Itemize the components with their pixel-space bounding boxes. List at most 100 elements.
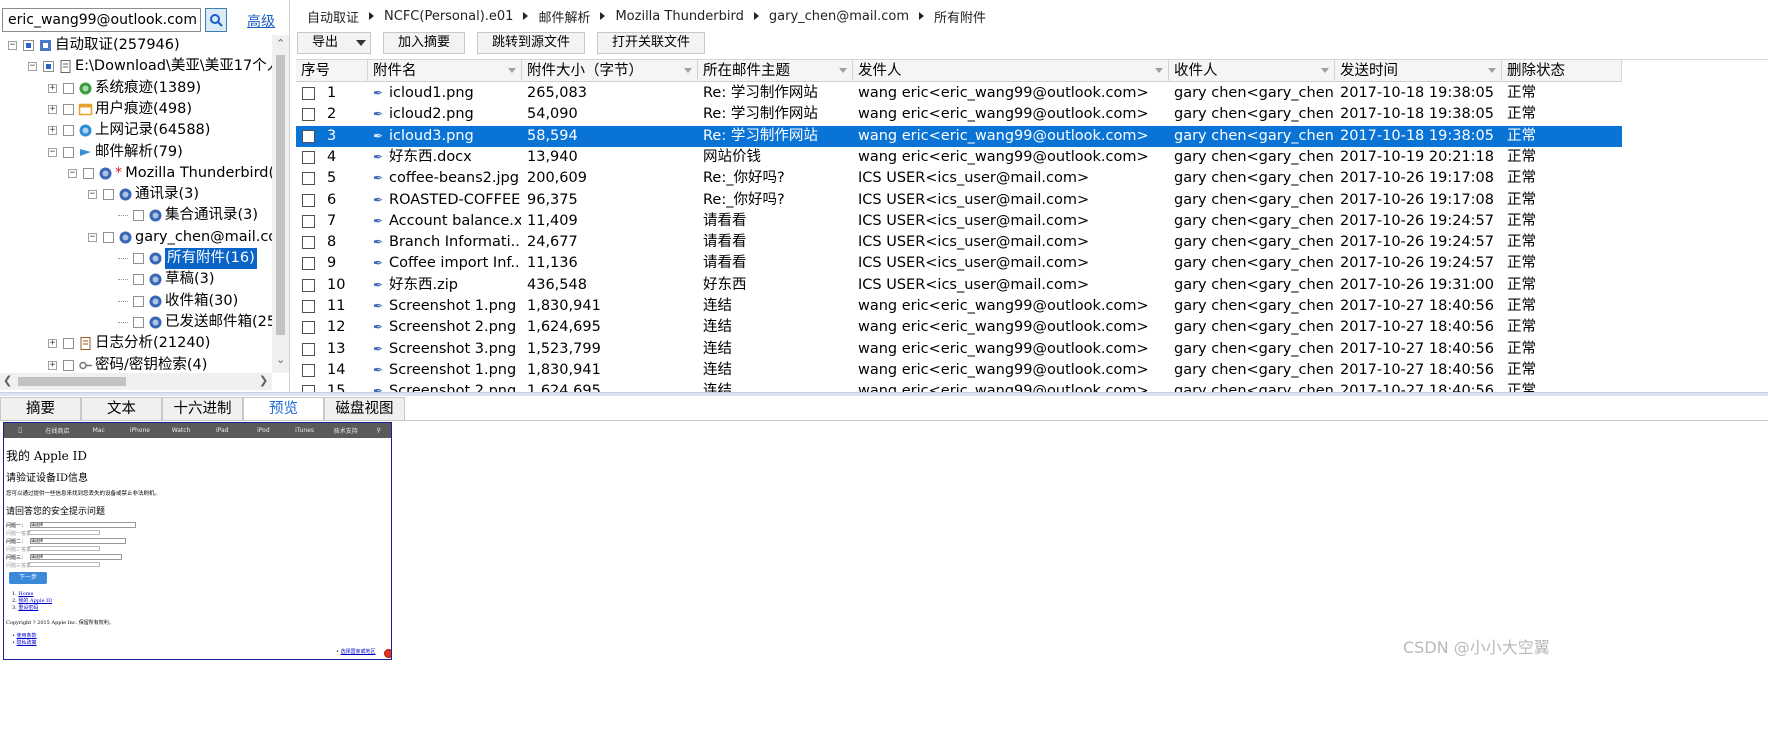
tree-checkbox[interactable]	[103, 231, 114, 243]
tree-checkbox[interactable]	[63, 146, 74, 158]
row-checkbox[interactable]	[302, 193, 315, 207]
expand-toggle-icon[interactable]: −	[68, 168, 77, 178]
tree-node[interactable]: + 密码/密钥检索(4)	[48, 355, 207, 374]
preview-q2-input[interactable]	[28, 546, 100, 551]
expand-toggle-icon[interactable]: −	[48, 147, 57, 157]
advanced-search-link[interactable]: 高级	[247, 11, 275, 31]
preview-country-link[interactable]: 选择国家或地区	[341, 649, 376, 655]
column-header[interactable]: 所在邮件主题	[698, 60, 853, 82]
tree-node[interactable]: − gary_chen@mail.com(	[88, 227, 272, 248]
table-row[interactable]: 12 ✒ Screenshot 2.png 1,624,695 连结 wang eric<…	[296, 317, 1622, 338]
expand-toggle-icon[interactable]: −	[8, 41, 17, 50]
breadcrumb-item[interactable]: 自动取证	[297, 7, 369, 26]
open-related-file-button[interactable]: 打开关联文件	[597, 32, 706, 54]
row-checkbox[interactable]	[302, 342, 315, 356]
tree-node[interactable]: 已发送邮件箱(25)	[118, 312, 272, 333]
tree-checkbox[interactable]	[133, 210, 144, 222]
preview-q3-input[interactable]	[28, 562, 100, 567]
preview-q3-select[interactable]: 请选择	[30, 554, 122, 560]
add-summary-button[interactable]: 加入摘要	[383, 32, 466, 54]
tree-node[interactable]: − *Mozilla Thunderbird(79	[68, 163, 272, 184]
tree-node[interactable]: 收件箱(30)	[118, 291, 238, 312]
row-checkbox[interactable]	[302, 150, 315, 164]
filter-icon[interactable]	[1488, 68, 1496, 73]
tab-2[interactable]: 十六进制	[162, 397, 243, 420]
breadcrumb-item[interactable]: Mozilla Thunderbird	[605, 9, 753, 24]
tree-node[interactable]: − E:\Download\美亚\美亚17个人镜	[28, 56, 272, 77]
expand-toggle-icon[interactable]: −	[28, 62, 37, 72]
column-header[interactable]: 序号	[296, 60, 368, 82]
row-checkbox[interactable]	[302, 87, 315, 100]
tree-checkbox[interactable]	[63, 82, 74, 94]
tree-checkbox[interactable]	[103, 189, 114, 201]
tree-node[interactable]: 集合通讯录(3)	[118, 205, 258, 226]
panel-splitter[interactable]	[0, 392, 1768, 396]
breadcrumb-item[interactable]: 邮件解析	[528, 7, 600, 26]
tree-checkbox[interactable]	[63, 125, 74, 137]
filter-icon[interactable]	[1321, 68, 1329, 73]
tab-4[interactable]: 磁盘视图	[324, 397, 405, 420]
expand-toggle-icon[interactable]: +	[48, 339, 57, 349]
row-checkbox[interactable]	[302, 129, 315, 143]
tree-node[interactable]: 草稿(3)	[118, 269, 215, 290]
expand-toggle-icon[interactable]: +	[48, 83, 57, 93]
column-header[interactable]: 收件人	[1169, 60, 1335, 82]
tree-node[interactable]: − 邮件解析(79)	[48, 142, 183, 163]
scroll-right-icon[interactable]: ❯	[259, 374, 268, 387]
tree-node[interactable]: − 自动取证(257946)	[8, 35, 180, 56]
preview-footer-link-1[interactable]: 隐私政策	[17, 640, 37, 646]
tree-checkbox[interactable]	[133, 316, 144, 328]
search-input[interactable]	[2, 8, 201, 32]
preview-q2-select[interactable]: 请选择	[30, 538, 126, 544]
expand-toggle-icon[interactable]: +	[48, 126, 57, 136]
tree-node[interactable]: + 日志分析(21240)	[48, 333, 210, 354]
row-checkbox[interactable]	[302, 278, 315, 292]
breadcrumb-item[interactable]: gary_chen@mail.com	[759, 9, 919, 24]
column-header[interactable]: 附件大小（字节）	[522, 60, 698, 82]
expand-toggle-icon[interactable]: −	[88, 190, 97, 200]
table-row[interactable]: 13 ✒ Screenshot 3.png 1,523,799 连结 wang eric<…	[296, 339, 1622, 360]
breadcrumb-item[interactable]: 所有附件	[924, 7, 996, 26]
column-header[interactable]: 附件名	[368, 60, 522, 82]
tree-checkbox[interactable]	[63, 103, 74, 115]
tree-checkbox[interactable]	[83, 167, 94, 179]
tree-node[interactable]: + 系统痕迹(1389)	[48, 78, 201, 99]
row-checkbox[interactable]	[302, 385, 315, 392]
preview-q1-input[interactable]	[28, 530, 100, 535]
preview-next-button[interactable]: 下一步	[9, 572, 47, 584]
tab-0[interactable]: 摘要	[0, 397, 81, 420]
dropdown-caret-icon[interactable]	[356, 40, 367, 46]
tab-1[interactable]: 文本	[81, 397, 162, 420]
tree-horizontal-scroll-thumb[interactable]	[18, 377, 126, 386]
tree-checkbox[interactable]	[43, 61, 54, 73]
search-button[interactable]	[205, 8, 227, 32]
table-row[interactable]: 4 ✒ 好东西.docx 13,940 网站价钱 wang eric<eric_wang9…	[296, 147, 1622, 168]
table-row[interactable]: 11 ✒ Screenshot 1.png 1,830,941 连结 wang eric<…	[296, 296, 1622, 317]
table-row[interactable]: 9 ✒ Coffee import Inf... 11,136 请看看 ICS USER<…	[296, 253, 1622, 274]
scroll-left-icon[interactable]: ❮	[3, 374, 12, 387]
expand-toggle-icon[interactable]: −	[88, 232, 97, 242]
tree-checkbox[interactable]	[23, 40, 34, 51]
row-checkbox[interactable]	[302, 172, 315, 186]
table-row[interactable]: 6 ✒ ROASTED-COFFEE-... 96,375 Re:_你好吗? ICS US…	[296, 190, 1622, 211]
row-checkbox[interactable]	[302, 321, 315, 335]
table-row[interactable]: 5 ✒ coffee-beans2.jpg 200,609 Re:_你好吗? ICS US…	[296, 168, 1622, 189]
tree-node[interactable]: + 上网记录(64588)	[48, 120, 210, 141]
expand-toggle-icon[interactable]: +	[48, 104, 57, 114]
row-checkbox[interactable]	[302, 236, 315, 250]
tree-node[interactable]: + 用户痕迹(498)	[48, 99, 192, 120]
row-checkbox[interactable]	[302, 214, 315, 228]
filter-icon[interactable]	[684, 68, 692, 73]
preview-link-2[interactable]: 重设密码	[18, 605, 38, 611]
expand-toggle-icon[interactable]: +	[48, 360, 57, 370]
tree-node[interactable]: − 通讯录(3)	[88, 184, 199, 205]
tree-checkbox[interactable]	[63, 338, 74, 350]
tree-checkbox[interactable]	[133, 274, 144, 286]
row-checkbox[interactable]	[302, 300, 315, 313]
row-checkbox[interactable]	[302, 257, 315, 271]
table-row[interactable]: 15 ✒ Screenshot 2.png 1,624,695 连结 wang eric<…	[296, 381, 1622, 392]
table-row[interactable]: 2 ✒ icloud2.png 54,090 Re: 学习制作网站 wang eric<e…	[296, 104, 1622, 125]
jump-to-source-button[interactable]: 跳转到源文件	[477, 32, 586, 54]
table-row[interactable]: 3 ✒ icloud3.png 58,594 Re: 学习制作网站 wang eric<e…	[296, 125, 1622, 147]
column-header[interactable]: 发件人	[853, 60, 1169, 82]
